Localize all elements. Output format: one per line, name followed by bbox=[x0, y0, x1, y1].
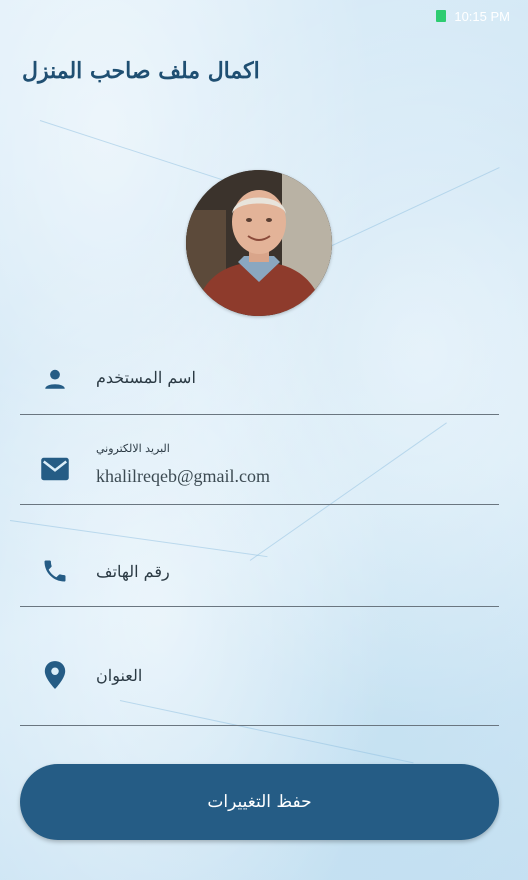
save-changes-button[interactable]: حفظ التغييرات bbox=[20, 764, 499, 840]
person-icon bbox=[40, 364, 70, 394]
phone-field[interactable]: رقم الهاتف bbox=[20, 538, 499, 607]
phone-label: رقم الهاتف bbox=[96, 562, 170, 581]
avatar[interactable] bbox=[186, 170, 332, 316]
email-value: khalilreqeb@gmail.com bbox=[96, 466, 271, 486]
email-field[interactable]: البريد الالكتروني khalilreqeb@gmail.com bbox=[20, 436, 499, 505]
battery-icon bbox=[436, 10, 447, 22]
email-label: البريد الالكتروني bbox=[96, 442, 170, 455]
page-title: اكمال ملف صاحب المنزل bbox=[22, 58, 260, 84]
address-label: العنوان bbox=[96, 666, 143, 685]
email-icon bbox=[40, 454, 70, 484]
avatar-photo bbox=[186, 170, 332, 316]
phone-icon bbox=[40, 556, 70, 586]
address-field[interactable]: العنوان bbox=[20, 640, 499, 726]
status-bar: 10:15 PM bbox=[436, 6, 510, 26]
username-label: اسم المستخدم bbox=[96, 368, 196, 387]
paper-crease bbox=[39, 120, 231, 183]
status-time: 10:15 PM bbox=[454, 8, 510, 24]
location-pin-icon bbox=[40, 660, 70, 690]
username-field[interactable]: اسم المستخدم bbox=[20, 346, 499, 415]
